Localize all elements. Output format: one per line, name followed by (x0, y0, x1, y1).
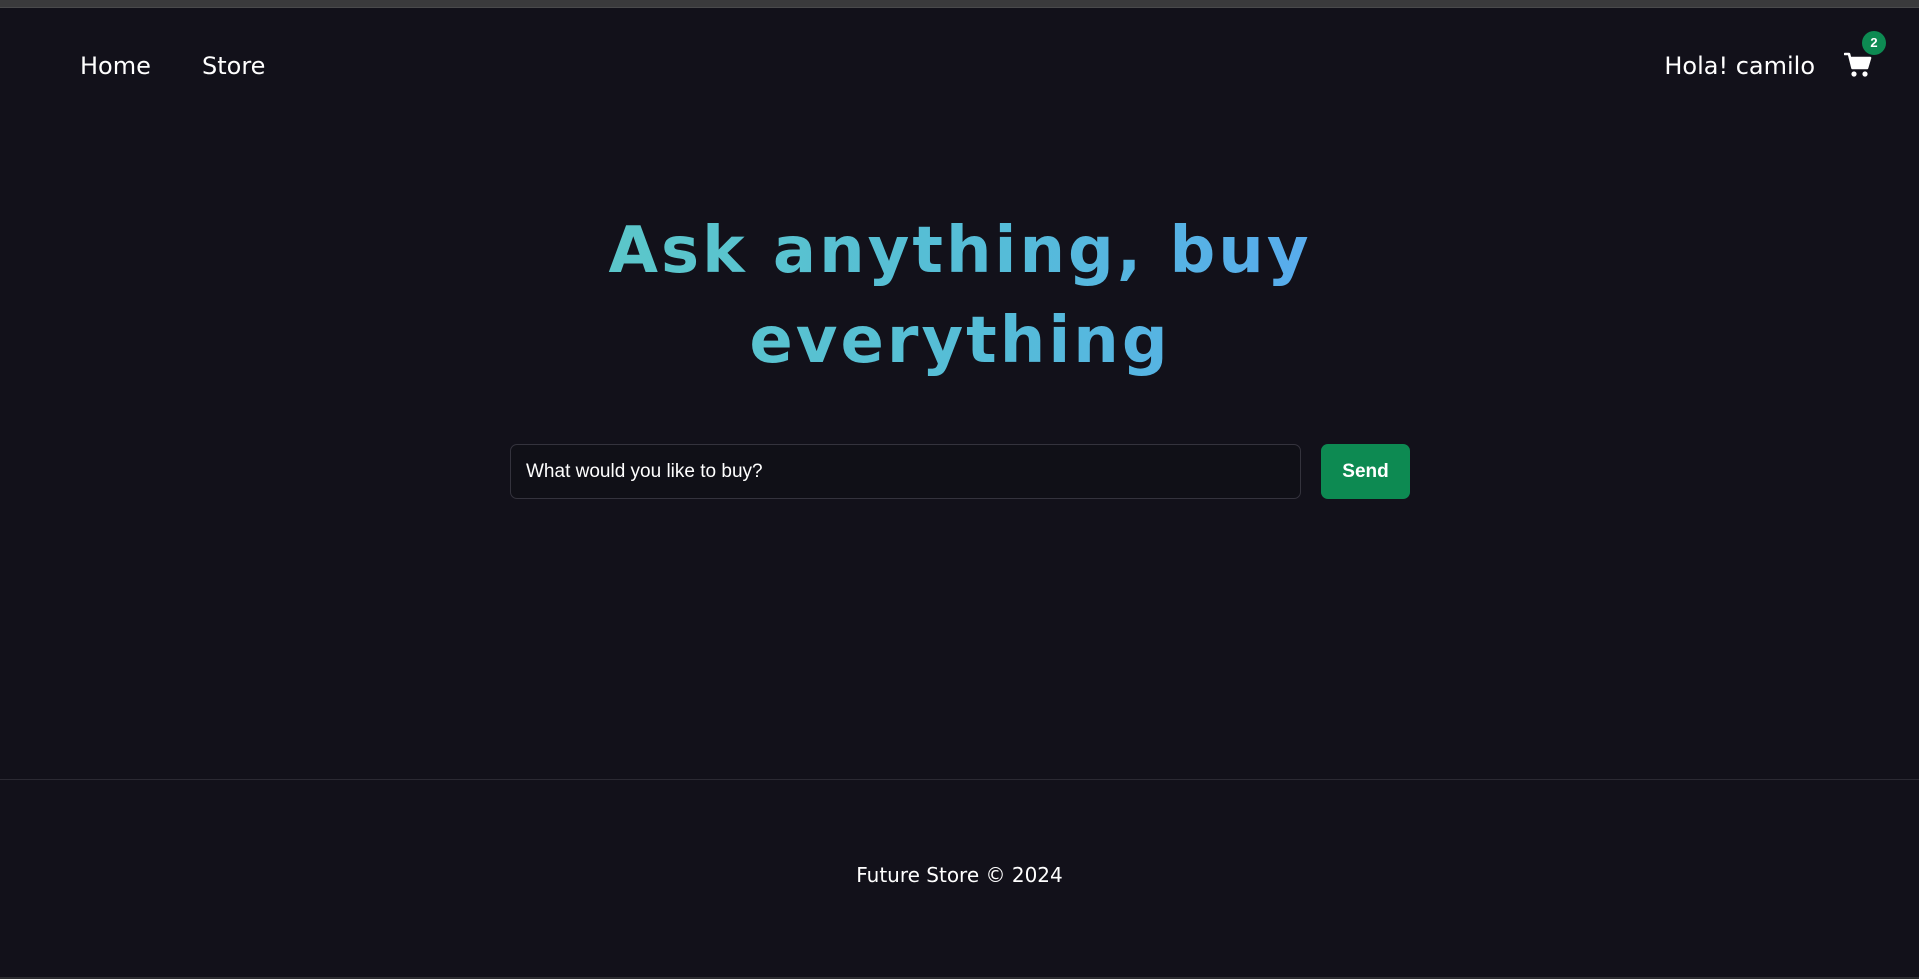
nav-store-link[interactable]: Store (202, 49, 265, 83)
hero-title: Ask anything, buy everything (560, 206, 1360, 386)
footer-copyright: Future Store © 2024 (856, 863, 1063, 887)
shopping-cart-icon (1844, 52, 1872, 78)
user-greeting[interactable]: Hola! camilo (1664, 49, 1815, 83)
browser-top-strip (0, 0, 1919, 8)
nav-home-link[interactable]: Home (80, 49, 151, 83)
send-button[interactable]: Send (1321, 444, 1410, 499)
search-input[interactable] (510, 444, 1301, 499)
cart-button[interactable] (1844, 52, 1872, 78)
cart-count-badge: 2 (1862, 31, 1886, 55)
footer-divider (0, 779, 1919, 780)
